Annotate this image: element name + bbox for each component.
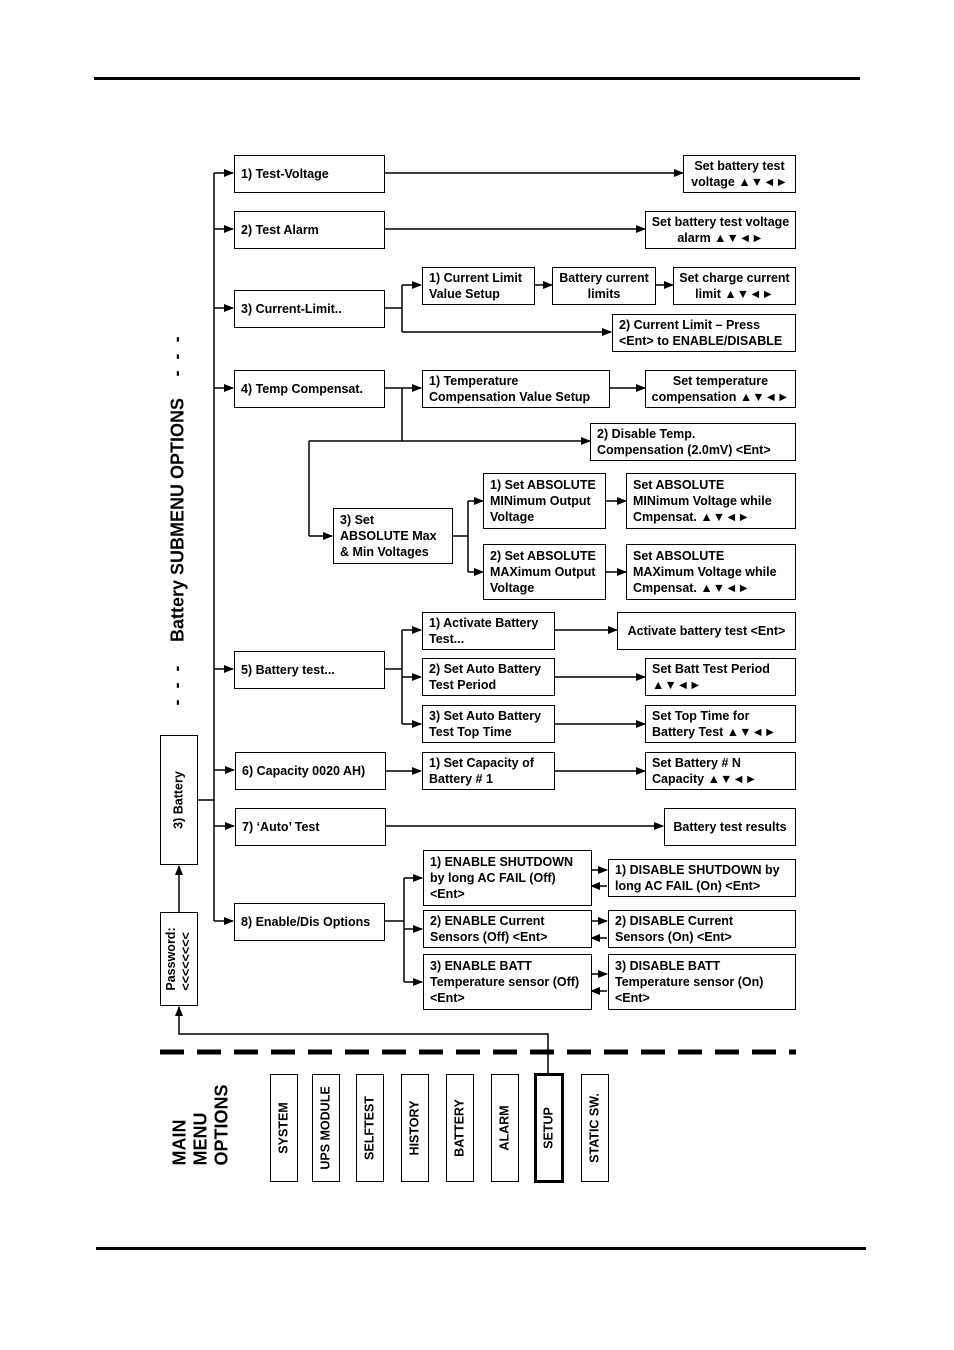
submenu-auto-test[interactable]: 7) ‘Auto’ Test bbox=[235, 808, 386, 846]
main-menu-battery-label: BATTERY bbox=[452, 1099, 467, 1157]
ellipsis-bottom: - - - bbox=[166, 662, 187, 706]
main-menu-static-sw[interactable]: STATIC SW. bbox=[581, 1074, 609, 1182]
set-temperature-compensation[interactable]: Set temperature compensation ▲▼◄► bbox=[645, 370, 796, 408]
current-limit-enable-disable[interactable]: 2) Current Limit – Press <Ent> to ENABLE… bbox=[612, 314, 796, 352]
main-menu-battery[interactable]: BATTERY bbox=[446, 1074, 474, 1182]
set-absolute-min-output[interactable]: 1) Set ABSOLUTE MINimum Output Voltage bbox=[483, 473, 606, 529]
password-node[interactable]: Password: <<<<<<<< bbox=[160, 912, 198, 1006]
set-battery-n-capacity[interactable]: Set Battery # N Capacity ▲▼◄► bbox=[645, 752, 796, 790]
enable-shutdown-ac-fail[interactable]: 1) ENABLE SHUTDOWN by long AC FAIL (Off)… bbox=[423, 850, 592, 906]
password-node-label: Password: <<<<<<<< bbox=[164, 927, 193, 991]
main-menu-alarm[interactable]: ALARM bbox=[491, 1074, 519, 1182]
main-menu-ups-module-label: UPS MODULE bbox=[318, 1086, 333, 1170]
submenu-test-alarm[interactable]: 2) Test Alarm bbox=[234, 211, 385, 249]
temp-compensation-value-setup[interactable]: 1) Temperature Compensation Value Setup bbox=[422, 370, 610, 408]
set-battery-test-voltage-alarm[interactable]: Set battery test voltage alarm ▲▼◄► bbox=[645, 211, 796, 249]
set-auto-battery-test-period[interactable]: 2) Set Auto Battery Test Period bbox=[422, 658, 555, 696]
set-absolute-max-output[interactable]: 2) Set ABSOLUTE MAXimum Output Voltage bbox=[483, 544, 606, 600]
main-menu-static-sw-label: STATIC SW. bbox=[587, 1093, 602, 1163]
ellipsis-top: - - - bbox=[166, 333, 187, 377]
set-top-time-battery-test[interactable]: Set Top Time for Battery Test ▲▼◄► bbox=[645, 705, 796, 743]
disable-batt-temp-sensor[interactable]: 3) DISABLE BATT Temperature sensor (On) … bbox=[608, 954, 796, 1010]
submenu-side-label: Battery SUBMENU OPTIONS bbox=[167, 397, 188, 643]
main-menu-selftest[interactable]: SELFTEST bbox=[356, 1074, 384, 1182]
set-absolute-max-while-compensat[interactable]: Set ABSOLUTE MAXimum Voltage while Cmpen… bbox=[626, 544, 796, 600]
main-menu-history[interactable]: HISTORY bbox=[401, 1074, 429, 1182]
enable-batt-temp-sensor[interactable]: 3) ENABLE BATT Temperature sensor (Off) … bbox=[423, 954, 592, 1010]
disable-current-sensors[interactable]: 2) DISABLE Current Sensors (On) <Ent> bbox=[608, 910, 796, 948]
set-batt-test-period[interactable]: Set Batt Test Period ▲▼◄► bbox=[645, 658, 796, 696]
battery-node[interactable]: 3) Battery bbox=[160, 735, 198, 865]
set-absolute-min-while-compensat[interactable]: Set ABSOLUTE MINimum Voltage while Cmpen… bbox=[626, 473, 796, 529]
submenu-battery-test[interactable]: 5) Battery test... bbox=[234, 651, 385, 689]
main-menu-selftest-label: SELFTEST bbox=[362, 1096, 377, 1160]
main-menu-system-label: SYSTEM bbox=[276, 1102, 291, 1154]
battery-node-label: 3) Battery bbox=[171, 771, 186, 829]
submenu-test-voltage[interactable]: 1) Test-Voltage bbox=[234, 155, 385, 193]
battery-current-limits[interactable]: Battery current limits bbox=[552, 267, 656, 305]
activate-battery-test-ent[interactable]: Activate battery test <Ent> bbox=[617, 612, 796, 650]
battery-test-results[interactable]: Battery test results bbox=[664, 808, 796, 846]
main-menu-ups-module[interactable]: UPS MODULE bbox=[312, 1074, 340, 1182]
current-limit-value-setup[interactable]: 1) Current Limit Value Setup bbox=[422, 267, 535, 305]
main-menu-label: MAIN MENU OPTIONS bbox=[169, 1084, 232, 1166]
main-menu-setup[interactable]: SETUP bbox=[534, 1073, 564, 1183]
enable-current-sensors[interactable]: 2) ENABLE Current Sensors (Off) <Ent> bbox=[423, 910, 592, 948]
main-menu-history-label: HISTORY bbox=[407, 1100, 422, 1156]
disable-temp-compensation[interactable]: 2) Disable Temp. Compensation (2.0mV) <E… bbox=[590, 423, 796, 461]
main-menu-setup-label: SETUP bbox=[541, 1107, 556, 1149]
set-battery-test-voltage[interactable]: Set battery test voltage ▲▼◄► bbox=[683, 155, 796, 193]
set-absolute-max-min-voltages[interactable]: 3) Set ABSOLUTE Max & Min Voltages bbox=[333, 508, 453, 564]
set-auto-battery-test-top-time[interactable]: 3) Set Auto Battery Test Top Time bbox=[422, 705, 555, 743]
submenu-capacity[interactable]: 6) Capacity 0020 AH) bbox=[235, 752, 386, 790]
set-capacity-battery-1[interactable]: 1) Set Capacity of Battery # 1 bbox=[422, 752, 555, 790]
main-menu-alarm-label: ALARM bbox=[497, 1105, 512, 1151]
submenu-current-limit[interactable]: 3) Current-Limit.. bbox=[234, 290, 385, 328]
activate-battery-test[interactable]: 1) Activate Battery Test... bbox=[422, 612, 555, 650]
submenu-enable-dis-options[interactable]: 8) Enable/Dis Options bbox=[234, 903, 385, 941]
main-menu-system[interactable]: SYSTEM bbox=[270, 1074, 298, 1182]
submenu-temp-compensat[interactable]: 4) Temp Compensat. bbox=[234, 370, 385, 408]
set-charge-current-limit[interactable]: Set charge current limit ▲▼◄► bbox=[673, 267, 796, 305]
disable-shutdown-ac-fail[interactable]: 1) DISABLE SHUTDOWN by long AC FAIL (On)… bbox=[608, 859, 796, 897]
